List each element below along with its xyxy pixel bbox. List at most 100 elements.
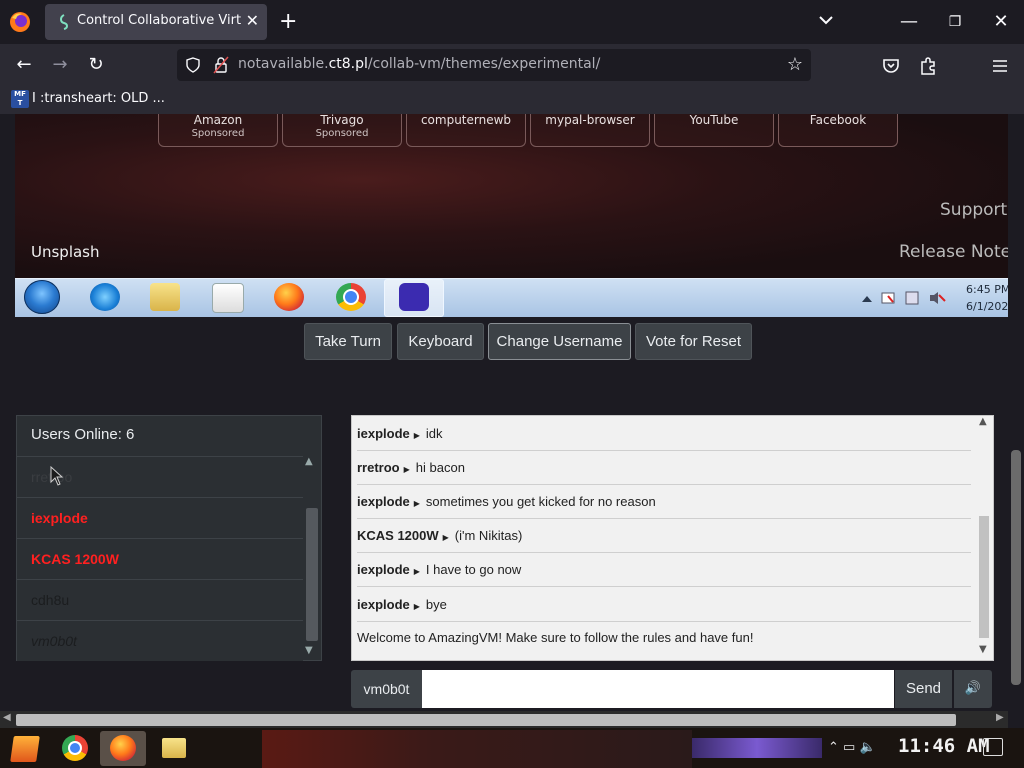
shortcut-tile-trivago[interactable]: Trivago Sponsored xyxy=(282,114,402,147)
firefox-icon[interactable] xyxy=(110,735,136,761)
vm-clock-time[interactable]: 6:45 PM xyxy=(966,283,1010,296)
take-turn-button[interactable]: Take Turn xyxy=(304,323,392,360)
chat-text: (i'm Nikitas) xyxy=(454,528,523,543)
shortcut-tile-mypal-browser[interactable]: mypal-browser xyxy=(530,114,650,147)
chat-user[interactable]: iexplode xyxy=(357,562,410,577)
scroll-left-icon[interactable]: ◀ xyxy=(3,712,11,723)
user-list-item[interactable]: cdh8u xyxy=(17,579,303,620)
chat-user[interactable]: KCAS 1200W xyxy=(357,528,439,543)
window-restore-icon[interactable]: ❐ xyxy=(940,8,970,36)
collabvm-favicon-icon xyxy=(60,14,68,30)
chrome-icon[interactable] xyxy=(62,735,88,761)
chat-user[interactable]: iexplode xyxy=(357,426,410,441)
tile-name: Amazon xyxy=(193,113,243,127)
vm-system-tray[interactable] xyxy=(860,288,950,308)
username: cdh8u xyxy=(31,592,70,608)
list-tabs-chevron-icon[interactable] xyxy=(817,10,835,30)
user-list-item[interactable]: iexplode xyxy=(17,497,303,538)
extensions-puzzle-icon[interactable] xyxy=(918,56,938,76)
internet-explorer-icon[interactable] xyxy=(90,283,120,311)
host-tray-icons[interactable]: ⌃ ▭ 🔈 xyxy=(828,740,876,755)
window-close-icon[interactable]: ✕ xyxy=(986,8,1016,36)
arrow-icon: ▶ xyxy=(413,602,420,611)
url-text[interactable]: notavailable.ct8.pl/collab-vm/themes/exp… xyxy=(238,56,600,72)
bookmark-star-icon[interactable]: ☆ xyxy=(787,54,803,75)
send-button[interactable]: Send xyxy=(895,670,952,708)
tile-name: mypal-browser xyxy=(545,113,635,127)
support-link[interactable]: Support xyxy=(940,200,1007,220)
media-player-icon[interactable] xyxy=(212,283,244,313)
chat-text: bye xyxy=(425,597,447,612)
new-tab-icon[interactable]: + xyxy=(279,10,297,34)
shortcut-tile-amazon[interactable]: Amazon Sponsored xyxy=(158,114,278,147)
pocket-icon[interactable] xyxy=(881,56,901,76)
tracking-shield-icon[interactable] xyxy=(185,57,201,73)
tile-sub: Sponsored xyxy=(315,128,369,139)
network-icon[interactable] xyxy=(905,291,919,305)
user-list-item[interactable]: KCAS 1200W xyxy=(17,538,303,579)
window-minimize-icon[interactable]: — xyxy=(894,8,924,36)
shortcut-tile-computernewb[interactable]: computernewb xyxy=(406,114,526,147)
reload-icon[interactable]: ↻ xyxy=(83,52,109,78)
shortcut-tile-youtube[interactable]: YouTube xyxy=(654,114,774,147)
windows-start-orb-icon[interactable] xyxy=(24,280,60,314)
firefox-logo-icon[interactable] xyxy=(8,10,32,34)
scroll-down-icon[interactable]: ▼ xyxy=(305,645,313,656)
chat-scrollbar-thumb[interactable] xyxy=(979,516,989,638)
file-explorer-icon[interactable] xyxy=(162,738,186,758)
horizontal-scrollbar-thumb[interactable] xyxy=(16,714,956,726)
tab-close-icon[interactable]: ✕ xyxy=(246,12,259,30)
shortcut-tile-facebook[interactable]: Facebook xyxy=(778,114,898,147)
chrome-icon[interactable] xyxy=(336,283,366,311)
chat-text: sometimes you get kicked for no reason xyxy=(425,494,656,509)
arrow-icon: ▶ xyxy=(403,465,410,474)
chat-message: iexplode ▶ idk xyxy=(357,417,971,451)
browser-tab[interactable]: Control Collaborative Virtual Machines ✕ xyxy=(45,4,267,40)
username: vm0b0t xyxy=(31,633,77,649)
back-arrow-icon[interactable]: ← xyxy=(11,52,37,78)
scroll-up-icon[interactable]: ▲ xyxy=(305,456,313,467)
tray-arrow-icon[interactable] xyxy=(862,296,872,302)
chat-text: I have to go now xyxy=(425,562,522,577)
url-prefix: notavailable. xyxy=(238,56,329,72)
chat-input[interactable] xyxy=(422,670,894,708)
chat-message: iexplode ▶ bye xyxy=(357,588,971,622)
user-list-item[interactable]: vm0b0t xyxy=(17,620,303,661)
scroll-up-icon[interactable]: ▲ xyxy=(979,416,987,427)
users-scrollbar-thumb[interactable] xyxy=(306,508,318,641)
chat-user[interactable]: rretroo xyxy=(357,460,400,475)
keyboard-button[interactable]: Keyboard xyxy=(397,323,484,360)
scroll-down-icon[interactable]: ▼ xyxy=(979,644,987,655)
current-username[interactable]: vm0b0t xyxy=(351,670,422,708)
file-explorer-icon[interactable] xyxy=(150,283,180,311)
username: iexplode xyxy=(31,510,88,526)
change-username-button[interactable]: Change Username xyxy=(488,323,631,360)
tile-name: Trivago xyxy=(320,113,364,127)
host-start-icon[interactable] xyxy=(10,736,40,762)
notification-icon[interactable] xyxy=(983,738,1003,756)
tab-title: Control Collaborative Virtual Machines xyxy=(77,13,242,28)
chat-user[interactable]: iexplode xyxy=(357,494,410,509)
f-app-icon[interactable] xyxy=(399,283,429,311)
chat-text: hi bacon xyxy=(415,460,465,475)
unsplash-link[interactable]: Unsplash xyxy=(31,243,100,261)
bookmark-favicon-icon: MF T xyxy=(11,90,29,108)
volume-icon[interactable]: 🔊 xyxy=(954,670,992,708)
arrow-icon: ▶ xyxy=(413,567,420,576)
tile-name: computernewb xyxy=(420,113,512,127)
hamburger-menu-icon[interactable] xyxy=(990,56,1010,76)
host-clock[interactable]: 11:46 AM xyxy=(898,735,990,757)
vote-reset-button[interactable]: Vote for Reset xyxy=(635,323,752,360)
volume-icon[interactable] xyxy=(930,292,938,304)
chat-message: iexplode ▶ sometimes you get kicked for no… xyxy=(357,485,971,519)
bookmark-item[interactable]: I :transheart: OLD ... xyxy=(32,91,165,106)
firefox-icon[interactable] xyxy=(274,283,304,311)
page-scrollbar-thumb[interactable] xyxy=(1011,450,1021,685)
forward-arrow-icon[interactable]: → xyxy=(47,52,73,78)
url-bar[interactable]: notavailable.ct8.pl/collab-vm/themes/exp… xyxy=(177,49,811,81)
insecure-lock-icon[interactable] xyxy=(213,56,229,74)
tile-name: Facebook xyxy=(809,113,867,127)
chat-user[interactable]: iexplode xyxy=(357,597,410,612)
scroll-right-icon[interactable]: ▶ xyxy=(996,712,1004,723)
release-notes-link[interactable]: Release Note xyxy=(899,242,1011,262)
